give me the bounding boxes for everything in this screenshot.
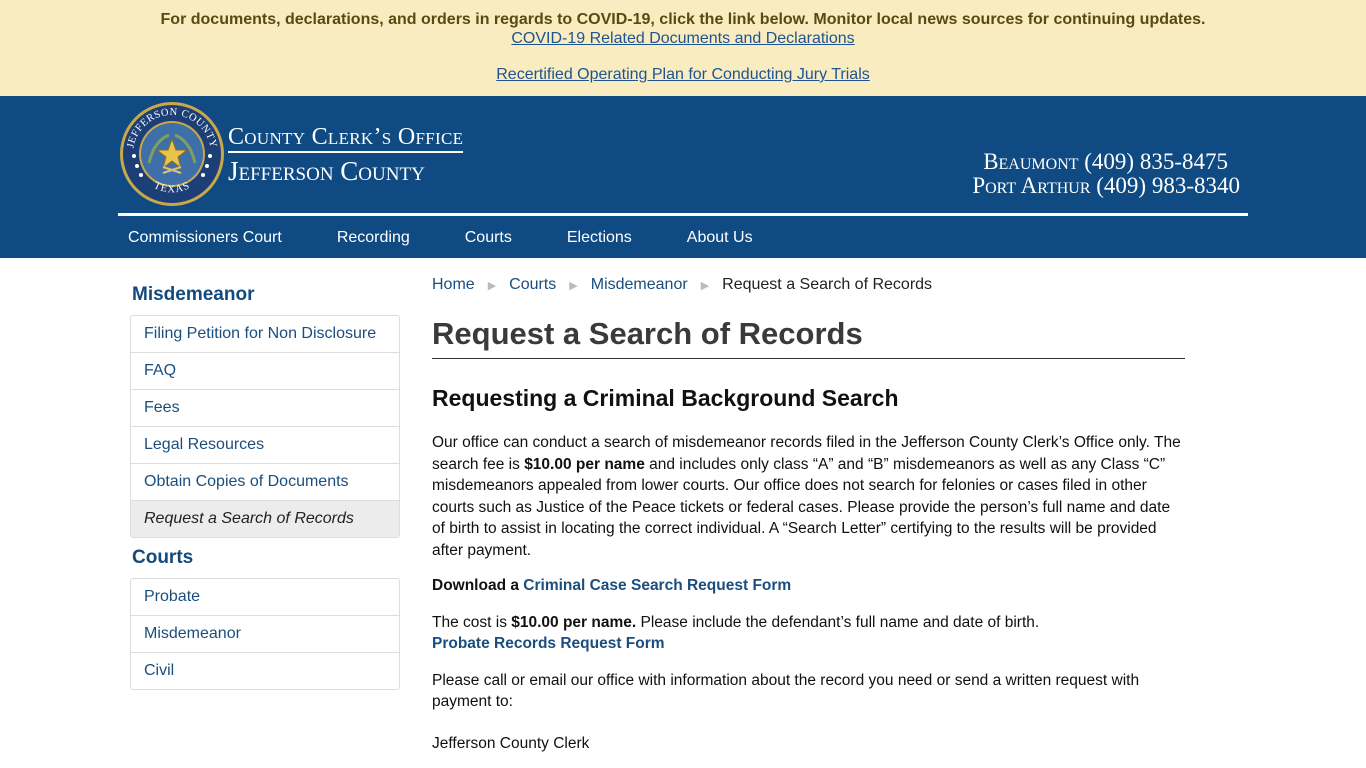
- sidebar-item-faq[interactable]: FAQ: [131, 353, 399, 390]
- breadcrumb-chevron-icon: ▶: [700, 279, 710, 292]
- sidebar-list-misdemeanor: Filing Petition for Non Disclosure FAQ F…: [130, 315, 400, 538]
- main-nav: Commissioners Court Recording Courts Ele…: [118, 216, 798, 258]
- sidebar-item-fees[interactable]: Fees: [131, 390, 399, 427]
- sidebar-item-non-disclosure[interactable]: Filing Petition for Non Disclosure: [131, 316, 399, 353]
- cost-prefix: The cost is: [432, 613, 512, 631]
- sidebar-item-civil[interactable]: Civil: [131, 653, 399, 689]
- sidebar-item-obtain-copies[interactable]: Obtain Copies of Documents: [131, 464, 399, 501]
- breadcrumb-chevron-icon: ▶: [487, 279, 497, 292]
- search-fee: $10.00 per name: [524, 455, 645, 473]
- site-header: JEFFERSON COUNTY TEXAS County Clerk’s Of…: [0, 96, 1366, 258]
- breadcrumb-misdemeanor[interactable]: Misdemeanor: [591, 276, 688, 294]
- intro-paragraph: Our office can conduct a search of misde…: [432, 432, 1185, 561]
- sidebar-item-legal-resources[interactable]: Legal Resources: [131, 427, 399, 464]
- phone-numbers: Beaumont (409) 835-8475 Port Arthur (409…: [972, 130, 1240, 198]
- nav-elections[interactable]: Elections: [557, 216, 642, 258]
- download-paragraph: Download a Criminal Case Search Request …: [432, 575, 1185, 597]
- contact-paragraph: Please call or email our office with inf…: [432, 671, 1140, 711]
- breadcrumb-chevron-icon: ▶: [569, 279, 578, 292]
- sidebar: Misdemeanor Filing Petition for Non Disc…: [130, 258, 400, 690]
- main-content: Home ▶ Courts ▶ Misdemeanor ▶ Request a …: [432, 258, 1185, 754]
- cost-suffix: Please include the defendant’s full name…: [636, 613, 1040, 631]
- sidebar-heading-courts[interactable]: Courts: [130, 547, 400, 569]
- breadcrumb: Home ▶ Courts ▶ Misdemeanor ▶ Request a …: [432, 276, 1185, 294]
- nav-commissioners-court[interactable]: Commissioners Court: [118, 216, 292, 258]
- breadcrumb-home[interactable]: Home: [432, 276, 475, 294]
- sidebar-item-request-search[interactable]: Request a Search of Records: [131, 501, 399, 537]
- covid-documents-link[interactable]: COVID-19 Related Documents and Declarati…: [0, 29, 1366, 49]
- cost-amount: $10.00 per name.: [511, 613, 637, 631]
- phone-port-arthur: Port Arthur (409) 983-8340: [972, 173, 1240, 198]
- breadcrumb-courts[interactable]: Courts: [509, 276, 556, 294]
- download-prefix: Download a: [432, 577, 524, 594]
- brand-office-name[interactable]: County Clerk’s Office: [228, 124, 464, 153]
- jury-trials-plan-link[interactable]: Recertified Operating Plan for Conductin…: [0, 65, 1366, 85]
- probate-records-form-link[interactable]: Probate Records Request Form: [432, 633, 1185, 655]
- nav-about-us[interactable]: About Us: [677, 216, 763, 258]
- cost-paragraph: The cost is $10.00 per name. Please incl…: [432, 612, 1185, 655]
- breadcrumb-current: Request a Search of Records: [722, 276, 933, 293]
- phone-beaumont: Beaumont (409) 835-8475: [983, 149, 1228, 174]
- alert-message: For documents, declarations, and orders …: [160, 11, 1206, 28]
- sidebar-item-probate[interactable]: Probate: [131, 579, 399, 616]
- brand-county-name[interactable]: Jefferson County: [228, 156, 425, 186]
- covid-alert-banner: For documents, declarations, and orders …: [0, 0, 1366, 96]
- nav-recording[interactable]: Recording: [327, 216, 420, 258]
- section-heading: Requesting a Criminal Background Search: [432, 385, 899, 411]
- page-title: Request a Search of Records: [432, 316, 1185, 359]
- county-seal-logo[interactable]: JEFFERSON COUNTY TEXAS: [119, 101, 225, 207]
- sidebar-list-courts: Probate Misdemeanor Civil: [130, 578, 400, 690]
- address-line-1: Jefferson County Clerk: [432, 734, 590, 752]
- criminal-case-form-link[interactable]: Criminal Case Search Request Form: [523, 577, 791, 594]
- sidebar-heading-misdemeanor[interactable]: Misdemeanor: [130, 284, 400, 306]
- nav-courts[interactable]: Courts: [455, 216, 522, 258]
- sidebar-item-misdemeanor[interactable]: Misdemeanor: [131, 616, 399, 653]
